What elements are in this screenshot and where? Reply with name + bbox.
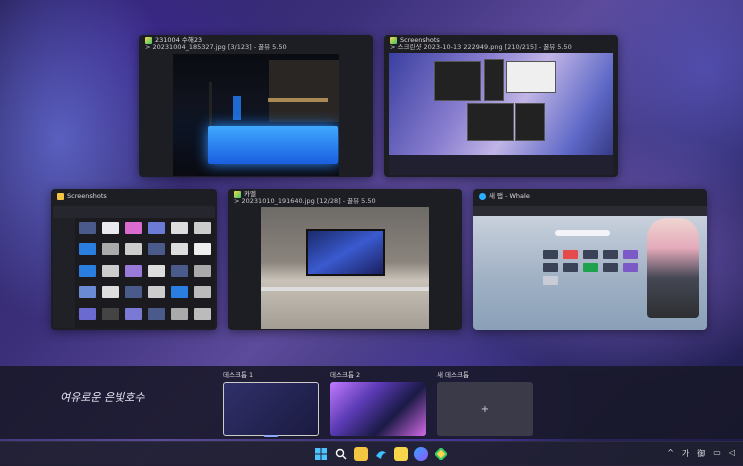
desktop-label: 데스크톱 1 (223, 371, 254, 379)
desktop-label: 데스크톱 2 (330, 371, 361, 379)
window-photo-camel[interactable]: 카멜 > 20231010_191640.jpg [12/28] - 꿀뷰 5.… (228, 189, 462, 330)
screenshot-preview (389, 53, 613, 175)
window-file-explorer[interactable]: Screenshots (51, 189, 217, 330)
desktop-1[interactable]: 데스크톱 1 (223, 370, 320, 436)
desktop-label: 새 데스크톱 (437, 371, 469, 379)
sticky-notes-icon[interactable] (394, 447, 408, 461)
thumbnail-grid (79, 222, 211, 324)
honeyview-icon[interactable] (434, 447, 448, 461)
plus-icon: + (480, 403, 490, 415)
wallpaper-character (647, 218, 699, 318)
ime-indicator[interactable]: 가 (682, 448, 689, 459)
desktop-thumbnail (330, 382, 426, 436)
desktop-thumbnail (223, 382, 319, 436)
whale-icon (479, 193, 486, 200)
messenger-icon[interactable] (414, 447, 428, 461)
pool-photo (173, 54, 339, 176)
whale-new-tab (473, 206, 707, 330)
window-whale-browser[interactable]: 새 탭 - Whale (473, 189, 707, 330)
signature-text: 여유로운 은빛호수 (60, 391, 145, 404)
search-icon[interactable] (334, 447, 348, 461)
desk-photo (261, 207, 429, 329)
display-icon[interactable]: ▭ (713, 448, 721, 459)
new-desktop-button[interactable]: + (437, 382, 533, 436)
window-screenshots-viewer[interactable]: Screenshots > 스크린샷 2023-10-13 222949.png… (384, 35, 618, 177)
new-desktop[interactable]: 새 데스크톱 + (437, 370, 534, 436)
active-desktop-indicator (264, 435, 278, 437)
folder-icon (57, 193, 64, 200)
ime-mode-indicator[interactable]: 御 (697, 448, 705, 459)
window-subtitle: > 20231010_191640.jpg [12/28] - 꿀뷰 5.50 (234, 197, 376, 205)
file-explorer-icon[interactable] (354, 447, 368, 461)
window-subtitle: > 20231004_185327.jpg [3/123] - 꿀뷰 5.50 (145, 43, 287, 51)
system-tray: ^ 가 御 ▭ ◁ (667, 448, 735, 459)
window-title: Screenshots (67, 192, 107, 200)
window-subtitle: > 스크린샷 2023-10-13 222949.png [210/215] -… (390, 43, 572, 51)
explorer-content (53, 206, 215, 328)
desktop-2[interactable]: 데스크톱 2 (330, 370, 427, 436)
volume-icon[interactable]: ◁ (729, 448, 735, 459)
whale-browser-icon[interactable] (374, 447, 388, 461)
explorer-sidebar (53, 218, 75, 328)
windows-start-icon[interactable] (314, 447, 328, 461)
taskbar: ^ 가 御 ▭ ◁ (0, 441, 743, 466)
window-title: 새 탭 - Whale (489, 192, 530, 200)
window-photo-231004[interactable]: 231004 수해23 > 20231004_185327.jpg [3/123… (139, 35, 373, 177)
search-bar (555, 230, 610, 236)
tray-chevron-icon[interactable]: ^ (667, 448, 674, 459)
